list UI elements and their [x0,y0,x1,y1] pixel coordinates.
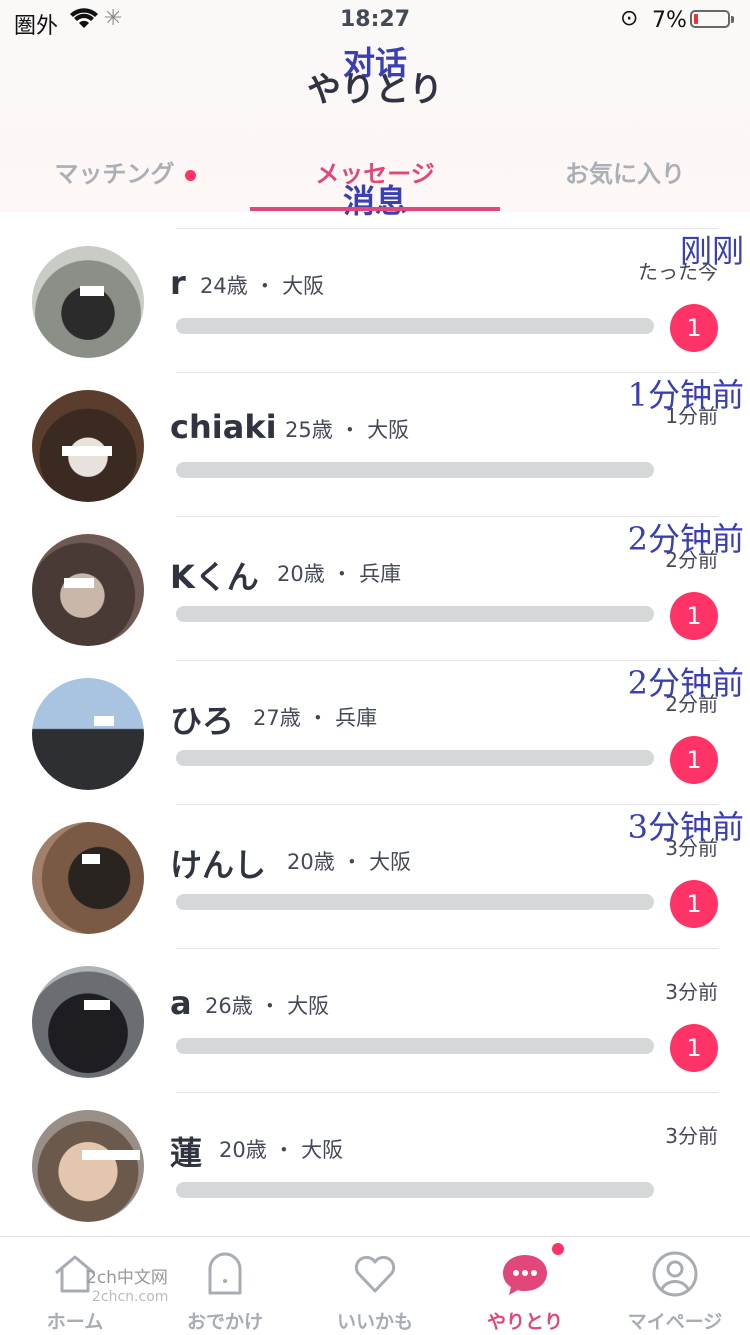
user-place: 大阪 [367,418,410,442]
user-name: けんし [170,846,267,884]
user-meta: 20歳 ・ 大阪 [219,1138,344,1162]
nav-likes-label: いいかも [336,1311,413,1333]
user-age: 25歳 [285,418,333,442]
rotation-lock-icon: ⊙ [620,6,639,31]
user-age: 20歳 [287,850,335,874]
avatar[interactable] [32,246,144,358]
battery-icon [690,10,734,28]
conversation-row[interactable]: a 26歳 ・ 大阪 3分前 1 [0,932,750,1078]
user-meta: 20歳 ・ 兵庫 [277,562,402,586]
message-preview-placeholder [176,1182,654,1198]
avatar[interactable] [32,1110,144,1222]
user-age: 24歳 [200,274,248,298]
avatar[interactable] [32,966,144,1078]
user-age: 20歳 [277,562,325,586]
conversation-row[interactable]: r 24歳 ・ 大阪 刚刚 たった今 1 [0,212,750,358]
user-place: 兵庫 [359,562,402,586]
divider [176,228,718,229]
tab-bar: マッチング メッセージ お気に入り 消息 [0,150,750,220]
user-place: 大阪 [369,850,412,874]
user-meta: 26歳 ・ 大阪 [205,994,330,1018]
header: 圏外 ✳ 18:27 ⊙ 7% 对话 やりとり マッチング メッセージ お気に入… [0,0,750,220]
nav-messages[interactable]: やりとり [450,1237,600,1335]
conversation-row[interactable]: 蓮 20歳 ・ 大阪 3分前 [0,1076,750,1222]
nav-outing[interactable]: おでかけ [150,1237,300,1335]
chat-bubble-icon [503,1255,547,1295]
ghost-icon [208,1252,242,1295]
message-time: たった今 [638,260,718,284]
tab-matching-label: マッチング [54,160,175,188]
message-time: 3分前 [665,836,718,860]
conversation-row[interactable]: chiaki 25歳 ・ 大阪 1分钟前 1分前 [0,356,750,502]
message-time: 3分前 [665,980,718,1004]
user-name: a [170,984,192,1022]
nav-mypage-label: マイページ [627,1311,723,1333]
divider [176,1092,718,1093]
unread-badge: 1 [670,736,718,784]
avatar[interactable] [32,390,144,502]
nav-messages-label: やりとり [486,1311,563,1333]
user-name: r [170,264,186,302]
unread-badge: 1 [670,1024,718,1072]
user-place: 大阪 [282,274,325,298]
message-time: 1分前 [665,404,718,428]
nav-likes[interactable]: いいかも [300,1237,450,1335]
status-bar: 圏外 ✳ 18:27 ⊙ 7% [0,0,750,40]
message-time: 2分前 [665,548,718,572]
active-tab-indicator [250,207,500,211]
avatar[interactable] [32,534,144,646]
avatar[interactable] [32,678,144,790]
nav-mypage[interactable]: マイページ [600,1237,750,1335]
unread-badge: 1 [670,592,718,640]
user-meta: 27歳 ・ 兵庫 [253,706,378,730]
bottom-nav: ホーム 2ch中文网 2chcn.com おでかけ いいかも やりとり マイペー… [0,1236,750,1335]
heart-icon [354,1255,396,1293]
tab-favorites-label: お気に入り [565,160,685,188]
message-preview-placeholder [176,1038,654,1054]
battery-percent: 7% [652,8,687,33]
notification-dot [552,1243,564,1255]
user-age: 26歳 [205,994,253,1018]
user-name: chiaki [170,408,277,446]
user-place: 兵庫 [335,706,378,730]
conversation-row[interactable]: Kくん 20歳 ・ 兵庫 2分钟前 2分前 1 [0,500,750,646]
page-title: やりとり [307,70,443,110]
user-age: 20歳 [219,1138,267,1162]
nav-outing-label: おでかけ [186,1311,263,1333]
user-name: Kくん [170,558,259,596]
user-icon [652,1251,698,1297]
unread-badge: 1 [670,880,718,928]
nav-home-label: ホーム [46,1311,104,1333]
message-preview-placeholder [176,894,654,910]
message-time: 3分前 [665,1124,718,1148]
divider [176,948,718,949]
notification-dot [184,169,196,181]
avatar[interactable] [32,822,144,934]
message-preview-placeholder [176,462,654,478]
user-age: 27歳 [253,706,301,730]
nav-home[interactable]: ホーム 2ch中文网 2chcn.com [0,1237,168,1335]
message-time: 2分前 [665,692,718,716]
conversation-row[interactable]: ひろ 27歳 ・ 兵庫 2分钟前 2分前 1 [0,644,750,790]
user-name: ひろ [170,702,235,740]
conversation-row[interactable]: けんし 20歳 ・ 大阪 3分钟前 3分前 1 [0,788,750,934]
user-name: 蓮 [170,1134,203,1172]
user-place: 大阪 [301,1138,344,1162]
user-meta: 25歳 ・ 大阪 [285,418,410,442]
unread-badge: 1 [670,304,718,352]
user-meta: 20歳 ・ 大阪 [287,850,412,874]
message-preview-placeholder [176,606,654,622]
tab-favorites[interactable]: お気に入り [500,154,750,189]
user-meta: 24歳 ・ 大阪 [200,274,325,298]
message-preview-placeholder [176,750,654,766]
tab-matching[interactable]: マッチング [0,154,250,189]
user-place: 大阪 [287,994,330,1018]
message-preview-placeholder [176,318,654,334]
